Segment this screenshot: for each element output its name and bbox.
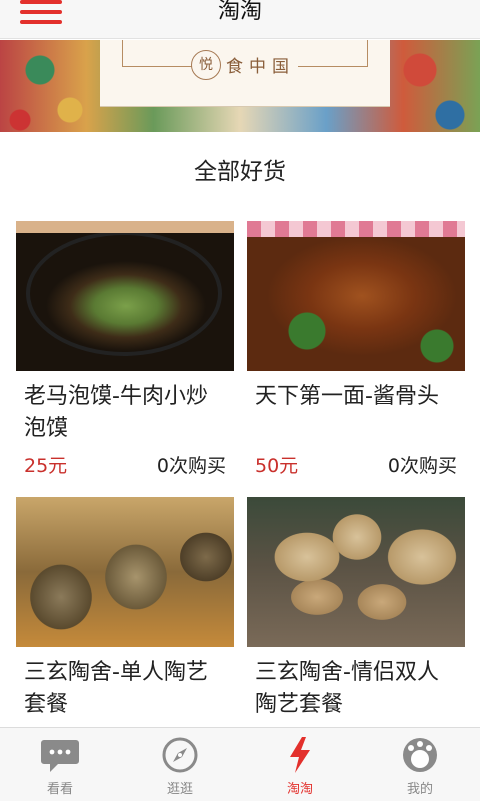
user-face-icon <box>403 738 437 772</box>
lightning-icon <box>290 737 310 773</box>
product-card[interactable]: 三玄陶舍-单人陶艺套餐 <box>16 497 234 721</box>
product-price: 25元 <box>24 455 68 477</box>
tab-label: 逛逛 <box>166 782 193 797</box>
product-image[interactable] <box>16 221 234 371</box>
product-card[interactable]: 天下第一面-酱骨头 50元 0次购买 <box>247 221 465 481</box>
product-sales: 0次购买 <box>156 455 226 477</box>
product-name[interactable]: 三玄陶舍-情侣双人陶艺套餐 <box>255 657 455 721</box>
tab-guangguang[interactable]: 逛逛 <box>120 728 240 801</box>
product-name[interactable]: 天下第一面-酱骨头 <box>255 381 455 445</box>
tab-label: 淘淘 <box>286 782 313 797</box>
product-image[interactable] <box>247 221 465 371</box>
product-price: 50元 <box>255 455 299 477</box>
banner[interactable]: 悦 食中国 <box>0 40 480 132</box>
product-sales: 0次购买 <box>387 455 457 477</box>
product-card[interactable]: 老马泡馍-牛肉小炒泡馍 25元 0次购买 <box>16 221 234 481</box>
tab-label: 看看 <box>46 782 73 797</box>
tab-kankan[interactable]: 看看 <box>0 728 120 801</box>
product-name[interactable]: 三玄陶舍-单人陶艺套餐 <box>24 657 224 721</box>
banner-logo: 悦 <box>191 50 221 80</box>
product-image[interactable] <box>16 497 234 647</box>
chat-bubble-icon <box>41 740 79 772</box>
product-name[interactable]: 老马泡馍-牛肉小炒泡馍 <box>24 381 224 445</box>
banner-text: 食中国 <box>226 57 295 77</box>
compass-icon <box>162 737 198 773</box>
top-bar: 淘淘 <box>0 0 480 39</box>
banner-card: 悦 食中国 <box>100 40 390 107</box>
tab-label: 我的 <box>406 782 433 797</box>
page-title: 淘淘 <box>217 0 262 24</box>
section-title: 全部好货 <box>194 159 286 185</box>
tab-wode[interactable]: 我的 <box>360 728 480 801</box>
product-card[interactable]: 三玄陶舍-情侣双人陶艺套餐 <box>247 497 465 721</box>
bottom-tab-bar: 看看 逛逛 淘淘 我的 <box>0 727 480 801</box>
product-image[interactable] <box>247 497 465 647</box>
tab-taotao[interactable]: 淘淘 <box>240 728 360 801</box>
